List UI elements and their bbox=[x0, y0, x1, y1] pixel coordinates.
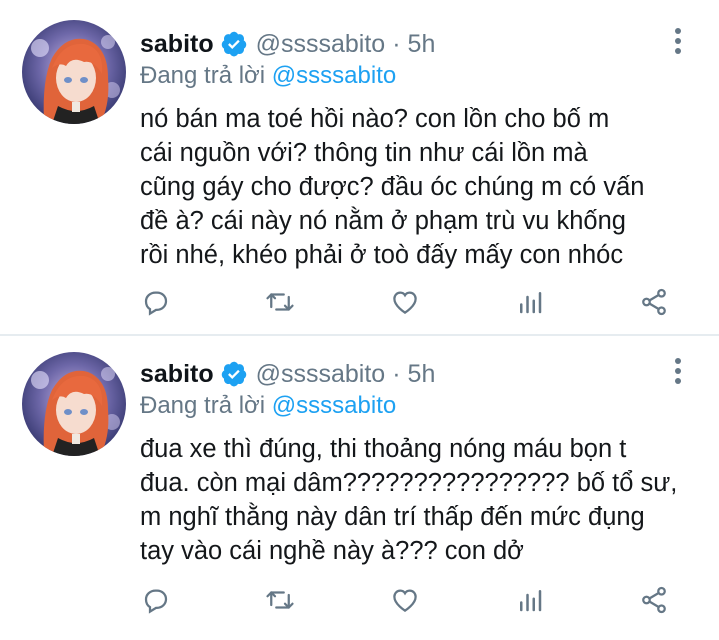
timestamp[interactable]: 5h bbox=[408, 30, 436, 59]
heart-icon[interactable] bbox=[387, 284, 423, 320]
separator: · bbox=[392, 29, 401, 58]
action-bar bbox=[0, 284, 719, 320]
avatar[interactable] bbox=[22, 352, 126, 456]
analytics-icon[interactable] bbox=[512, 582, 548, 618]
action-bar bbox=[0, 582, 719, 618]
username[interactable]: @ssssabito bbox=[256, 30, 386, 59]
tweet-text-line: tay vào cái nghề này à??? con dở bbox=[140, 537, 524, 565]
more-vertical-icon[interactable] bbox=[670, 26, 686, 56]
more-vertical-icon[interactable] bbox=[670, 356, 686, 386]
tweet-text-line: đua. còn mại dâm???????????????? bố tổ s… bbox=[140, 469, 678, 497]
retweet-icon[interactable] bbox=[262, 284, 298, 320]
tweet-text-line: m nghĩ thằng này dân trí thấp đến mức đụ… bbox=[140, 503, 645, 531]
tweet-text-line: nó bán ma toé hồi nào? con lồn cho bố m bbox=[140, 105, 610, 133]
analytics-icon[interactable] bbox=[512, 284, 548, 320]
retweet-icon[interactable] bbox=[262, 582, 298, 618]
replying-to-label: Đang trả lời bbox=[140, 62, 266, 89]
separator: · bbox=[392, 359, 401, 388]
display-name[interactable]: sabito bbox=[140, 30, 214, 59]
username[interactable]: @ssssabito bbox=[256, 360, 386, 389]
replying-to: Đang trả lời @ssssabito bbox=[140, 392, 396, 420]
tweet-text-line: rồi nhé, khéo phải ở toò đấy mấy con nhó… bbox=[140, 241, 624, 269]
tweet-text-line: đua xe thì đúng, thi thoảng nóng máu bọn… bbox=[140, 435, 627, 463]
verified-badge-icon bbox=[220, 30, 248, 58]
avatar[interactable] bbox=[22, 20, 126, 124]
tweet[interactable]: sabito @ssssabito · 5h Đang trả lời @sss… bbox=[0, 336, 719, 640]
verified-badge-icon bbox=[220, 360, 248, 388]
tweet-text: đua xe thì đúng, thi thoảng nóng máu bọn… bbox=[140, 432, 700, 568]
replying-to-label: Đang trả lời bbox=[140, 392, 266, 419]
timestamp[interactable]: 5h bbox=[408, 360, 436, 389]
display-name[interactable]: sabito bbox=[140, 360, 214, 389]
tweet[interactable]: sabito @ssssabito · 5h Đang trả lời @sss… bbox=[0, 0, 719, 334]
share-icon[interactable] bbox=[636, 582, 672, 618]
replying-to: Đang trả lời @ssssabito bbox=[140, 62, 396, 90]
reply-icon[interactable] bbox=[138, 582, 174, 618]
reply-icon[interactable] bbox=[138, 284, 174, 320]
share-icon[interactable] bbox=[636, 284, 672, 320]
reply-mention-link[interactable]: @ssssabito bbox=[272, 62, 396, 89]
tweet-text-line: cũng gáy cho được? đầu óc chúng m có vấn bbox=[140, 173, 645, 201]
tweet-text: nó bán ma toé hồi nào? con lồn cho bố m … bbox=[140, 102, 700, 272]
tweet-text-line: đề à? cái này nó nằm ở phạm trù vu khống bbox=[140, 207, 626, 235]
tweet-text-line: cái nguồn với? thông tin như cái lồn mà bbox=[140, 139, 588, 167]
reply-mention-link[interactable]: @ssssabito bbox=[272, 392, 396, 419]
heart-icon[interactable] bbox=[387, 582, 423, 618]
